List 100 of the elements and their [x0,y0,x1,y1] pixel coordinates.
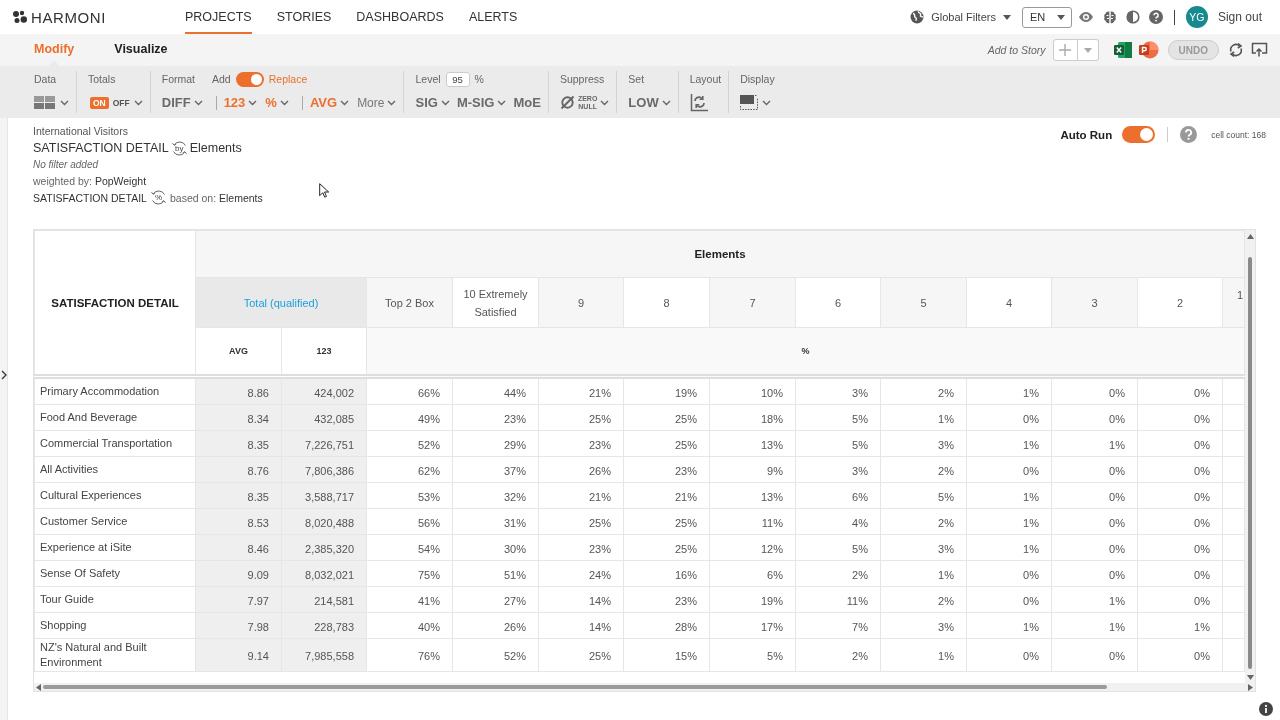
column-header[interactable]: 5 [880,277,967,328]
auto-run-label: Auto Run [1060,128,1113,141]
presentation-icon[interactable] [1138,41,1159,59]
column-header[interactable]: 6 [795,277,881,328]
refresh-icon[interactable] [1228,42,1244,58]
totals-toggle[interactable]: ON OFF [88,96,143,109]
table-cell: 0% [966,404,1052,431]
level-input[interactable]: 95 [445,71,470,87]
horizontal-scrollbar[interactable] [34,683,1245,691]
table-cell: 0% [1137,638,1223,672]
brain-icon[interactable] [1102,9,1117,25]
table-cell: 2% [880,376,967,405]
table-cell: 3% [795,456,881,483]
arrow-left-icon[interactable] [36,683,41,691]
table-cell: 5% [795,430,881,457]
table-cell: 0% [966,560,1052,587]
table-cell: 25% [623,430,710,457]
table-cell: 28% [623,612,710,639]
auto-run-toggle[interactable] [1122,126,1156,143]
expand-chevron-icon[interactable] [0,370,7,380]
measure-header: 123 [281,327,367,377]
set-dropdown[interactable]: LOW [628,95,671,110]
column-header[interactable]: 9 [538,277,624,328]
group-label: Totals [88,73,116,85]
scrollbar-thumb[interactable] [1248,257,1252,669]
table-cell: 15% [623,638,710,672]
table-cell: 214,581 [281,586,367,613]
table-cell: 62% [366,456,453,483]
table-cell: 29% [452,430,539,457]
measure-header: AVG [195,327,282,377]
table-cell: 4% [795,508,881,535]
column-header[interactable]: 7 [709,277,796,328]
arrow-right-icon[interactable] [1247,683,1253,691]
column-header[interactable]: 4 [966,277,1052,328]
caret-icon [340,99,350,106]
help-icon[interactable] [1148,10,1163,24]
table-cell: 44% [452,376,539,405]
replace-toggle[interactable] [235,71,264,87]
caret-icon[interactable] [60,99,69,106]
sign-out-link[interactable]: Sign out [1217,10,1262,24]
more-dropdown[interactable]: More [357,95,397,110]
screen-share-icon[interactable] [1251,42,1268,58]
table-cell: 5% [880,482,967,509]
vertical-scrollbar[interactable] [1245,230,1255,683]
table-cell: 1% [966,534,1052,561]
row-label: All Activities [34,456,196,483]
table-cell: 8.35 [195,430,282,457]
table-cell: 21% [623,482,710,509]
significance-option[interactable]: MoE [513,95,541,110]
column-header[interactable]: 10 Extremely Satisfied [452,277,539,328]
column-header[interactable]: Top 2 Box [366,277,453,328]
table-cell: 2,385,320 [281,534,367,561]
arrow-down-icon[interactable] [1246,675,1254,680]
arrow-up-icon[interactable] [1246,234,1254,239]
table-cell: 5% [795,534,881,561]
table-cell: 31% [452,508,539,535]
table-cell: 0% [1137,404,1223,431]
info-icon[interactable] [1259,702,1273,716]
pivot-icon[interactable] [689,93,708,112]
user-avatar[interactable]: YG [1185,6,1208,28]
eye-icon[interactable] [1077,11,1094,23]
table-cell: 23% [623,456,710,483]
language-select[interactable]: EN [1021,6,1072,28]
nav-tab[interactable]: ALERTS [468,0,518,34]
table-cell: 26% [452,612,539,639]
row-label: Customer Service [34,508,196,535]
table-cell: 7,806,386 [281,456,367,483]
mode-tab[interactable]: Visualize [114,34,168,66]
table-cell: 0% [1137,560,1223,587]
table-cell: 19% [709,586,796,613]
table-cell: 56% [366,508,453,535]
contrast-icon[interactable] [1125,10,1140,24]
nav-tab[interactable]: DASHBOARDS [356,0,444,34]
scrollbar-thumb[interactable] [43,685,1107,689]
help-icon[interactable] [1180,126,1198,143]
table-cell: 54% [366,534,453,561]
spreadsheet-icon[interactable] [1113,41,1132,59]
nav-tab[interactable]: STORIES [276,0,332,34]
table-cell: 32% [452,482,539,509]
table-cell: 24% [538,560,624,587]
table-cell: 228,783 [281,612,367,639]
table-cell: 8,032,021 [281,560,367,587]
caret-icon [497,99,507,106]
global-filters-dropdown[interactable]: Global Filters [910,10,1011,24]
table-cell: 51% [452,560,539,587]
table-cell: 1% [880,638,967,672]
table-cell: 52% [452,638,539,672]
caret-icon [440,99,450,106]
format-option[interactable]: DIFF [161,95,203,110]
column-header[interactable]: 2 [1137,277,1223,328]
table-view-icon[interactable] [740,95,759,110]
grid-view-icon[interactable] [34,96,56,109]
significance-option[interactable]: SIG [415,95,450,110]
caret-icon[interactable] [762,99,772,106]
table-cell: 7,226,751 [281,430,367,457]
table-cell: 0% [1137,586,1223,613]
table-cell: 432,085 [281,404,367,431]
column-header[interactable]: 3 [1051,277,1138,328]
column-header[interactable]: 8 [623,277,710,328]
significance-option[interactable]: M-SIG [456,95,507,110]
